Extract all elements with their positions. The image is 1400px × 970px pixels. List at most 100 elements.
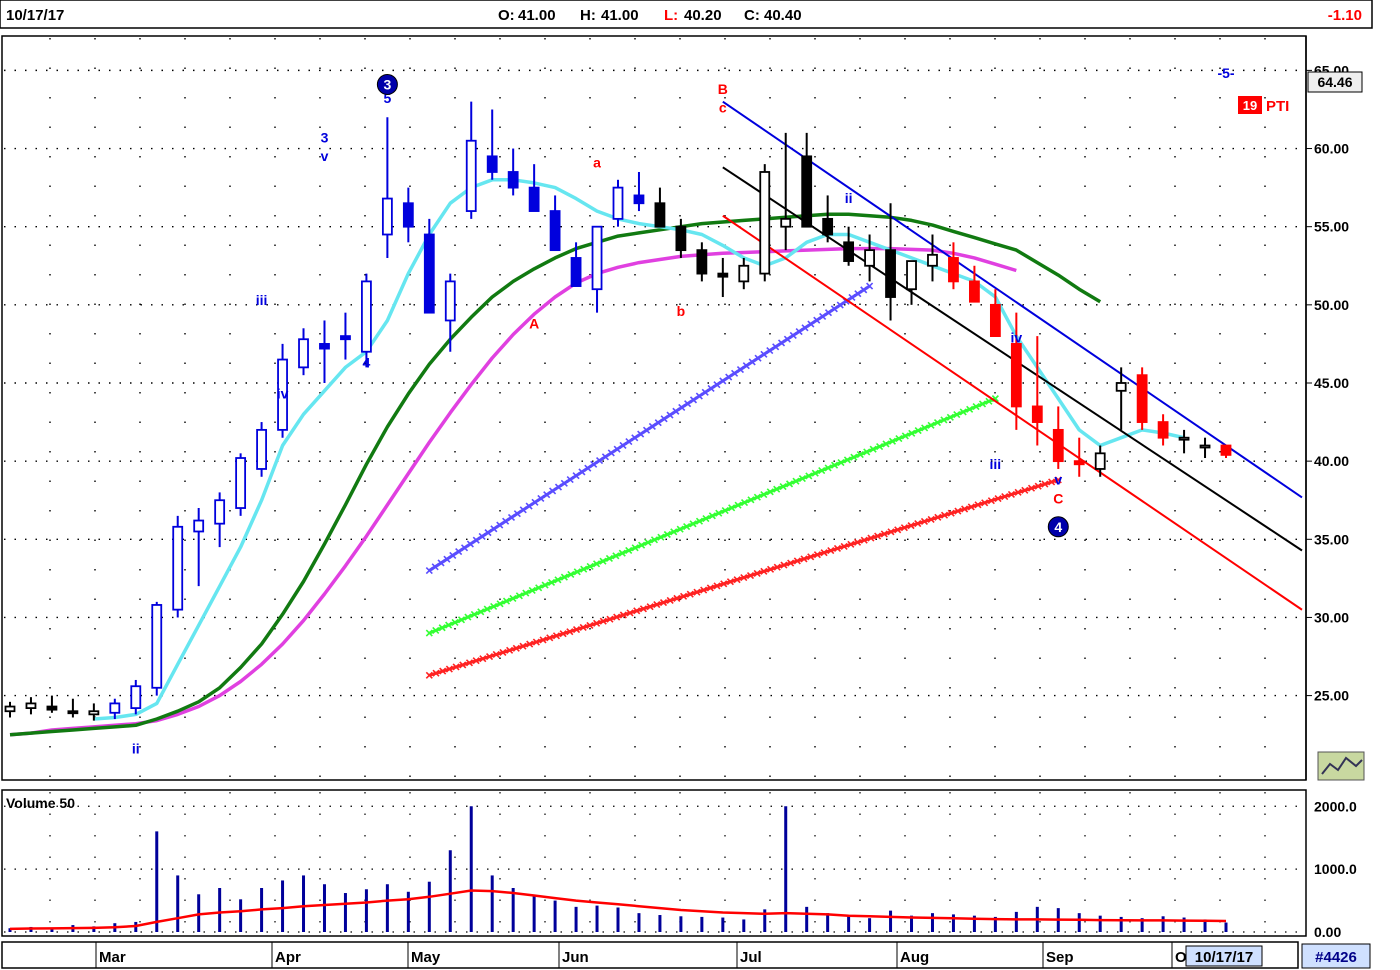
candle-body (1115, 382, 1127, 392)
candle-body (1157, 421, 1169, 439)
price-y-axis: 25.00 30.00 35.00 40.00 45.00 50.00 55.00 60.00… (1306, 62, 1349, 704)
candle-body (465, 139, 477, 212)
pti-label: PTI (1266, 98, 1289, 115)
candle-body (738, 264, 750, 283)
month-axis (1, 941, 1299, 969)
candle-body (759, 171, 771, 275)
candle-body (927, 253, 938, 267)
y-tick-label: 30.00 (1314, 609, 1349, 625)
candle-body (864, 249, 875, 267)
high-label: H: (580, 7, 596, 24)
candle-body (88, 710, 100, 716)
candle-body (696, 249, 708, 275)
candle-body (340, 335, 351, 341)
candle-body (402, 202, 414, 228)
candle-body (486, 155, 498, 173)
wave-label: 3 (321, 129, 329, 145)
candle-body (1199, 444, 1211, 449)
pti-value: 19 (1243, 98, 1257, 113)
current-date: 10/17/17 (1195, 949, 1253, 966)
wave-label: A (529, 315, 539, 331)
candle-body (1094, 452, 1106, 470)
change-value: -1.10 (1328, 7, 1362, 24)
candle-body (444, 280, 456, 322)
candle-body (1031, 405, 1043, 423)
open-label: O: (498, 7, 515, 24)
candle-body (361, 280, 372, 353)
low-value: 40.20 (684, 7, 722, 24)
wave-label: v (321, 148, 329, 164)
month-label: O (1175, 949, 1187, 966)
y-tick-label: 60.00 (1314, 141, 1349, 157)
y-tick-label: 25.00 (1314, 688, 1349, 704)
wave-label: 4 (363, 354, 371, 370)
candle-body (675, 225, 687, 252)
candle-body (801, 155, 813, 228)
candle-body (109, 702, 121, 714)
price-panel (1, 35, 1307, 781)
wave-label: v (1054, 472, 1062, 488)
volume-tick-label: 1000.0 (1314, 861, 1357, 877)
y-tick-label: 40.00 (1314, 453, 1349, 469)
month-label: Apr (275, 949, 301, 966)
candle-body (528, 186, 540, 212)
candle-body (780, 217, 792, 228)
candle-body (1220, 444, 1232, 456)
volume-label: Volume 50 (6, 795, 75, 811)
candle-body (570, 257, 582, 287)
candle-body (4, 705, 16, 713)
candle-body (193, 519, 205, 533)
candle-body (46, 705, 58, 711)
low-label: L: (664, 7, 678, 24)
wave-label: -5- (1217, 65, 1234, 81)
candle-body (654, 202, 666, 228)
candle-body (1010, 343, 1022, 408)
candle-body (1073, 460, 1085, 466)
candle-body (1052, 428, 1064, 463)
close-value: 40.40 (764, 7, 802, 24)
y-tick-label: 45.00 (1314, 375, 1349, 391)
header-date: 10/17/17 (6, 7, 64, 24)
candle-body (298, 338, 309, 369)
month-label: Jun (562, 949, 589, 966)
candle-body (843, 241, 855, 262)
wave-label: b (677, 303, 686, 319)
wave-circle-label: 4 (1054, 519, 1062, 535)
candle-body (969, 280, 980, 303)
candle-body (948, 257, 959, 283)
month-label: Aug (900, 949, 929, 966)
month-label: Mar (99, 949, 126, 966)
candle-body (906, 260, 917, 291)
volume-tick-label: 2000.0 (1314, 798, 1357, 814)
candle-body (822, 217, 834, 236)
month-label: May (411, 949, 441, 966)
wave-label: iv (1011, 329, 1023, 345)
wave-label: iii (256, 292, 268, 308)
chart-thumbnail-icon[interactable] (1317, 751, 1365, 781)
candle-body (67, 710, 79, 715)
candle-body (130, 685, 142, 710)
candle-body (381, 197, 393, 236)
open-value: 41.00 (518, 7, 556, 24)
month-label: Sep (1046, 949, 1074, 966)
candle-body (423, 233, 435, 314)
high-value: 41.00 (601, 7, 639, 24)
wave-label: C (1053, 490, 1063, 506)
candle-body (885, 249, 896, 298)
candle-body (612, 186, 624, 220)
volume-tick-label: 0.00 (1314, 924, 1341, 940)
month-label: Jul (740, 949, 762, 966)
candle-body (1178, 436, 1190, 441)
candle-body (214, 499, 226, 525)
wave-label: iv (277, 386, 289, 402)
wave-label: a (593, 154, 601, 170)
last-price-tag: 64.46 (1317, 74, 1352, 90)
candle-body (633, 194, 645, 205)
candle-body (256, 428, 267, 470)
y-tick-label: 35.00 (1314, 531, 1349, 547)
volume-y-axis: 0.00 1000.0 2000.0 (1314, 798, 1357, 940)
close-label: C: (744, 7, 760, 24)
chart-number: #4426 (1315, 949, 1357, 966)
stock-chart-window: 10/17/17 O: 41.00 H: 41.00 L: 40.20 C: 4… (0, 0, 1373, 969)
candle-body (1136, 374, 1148, 423)
